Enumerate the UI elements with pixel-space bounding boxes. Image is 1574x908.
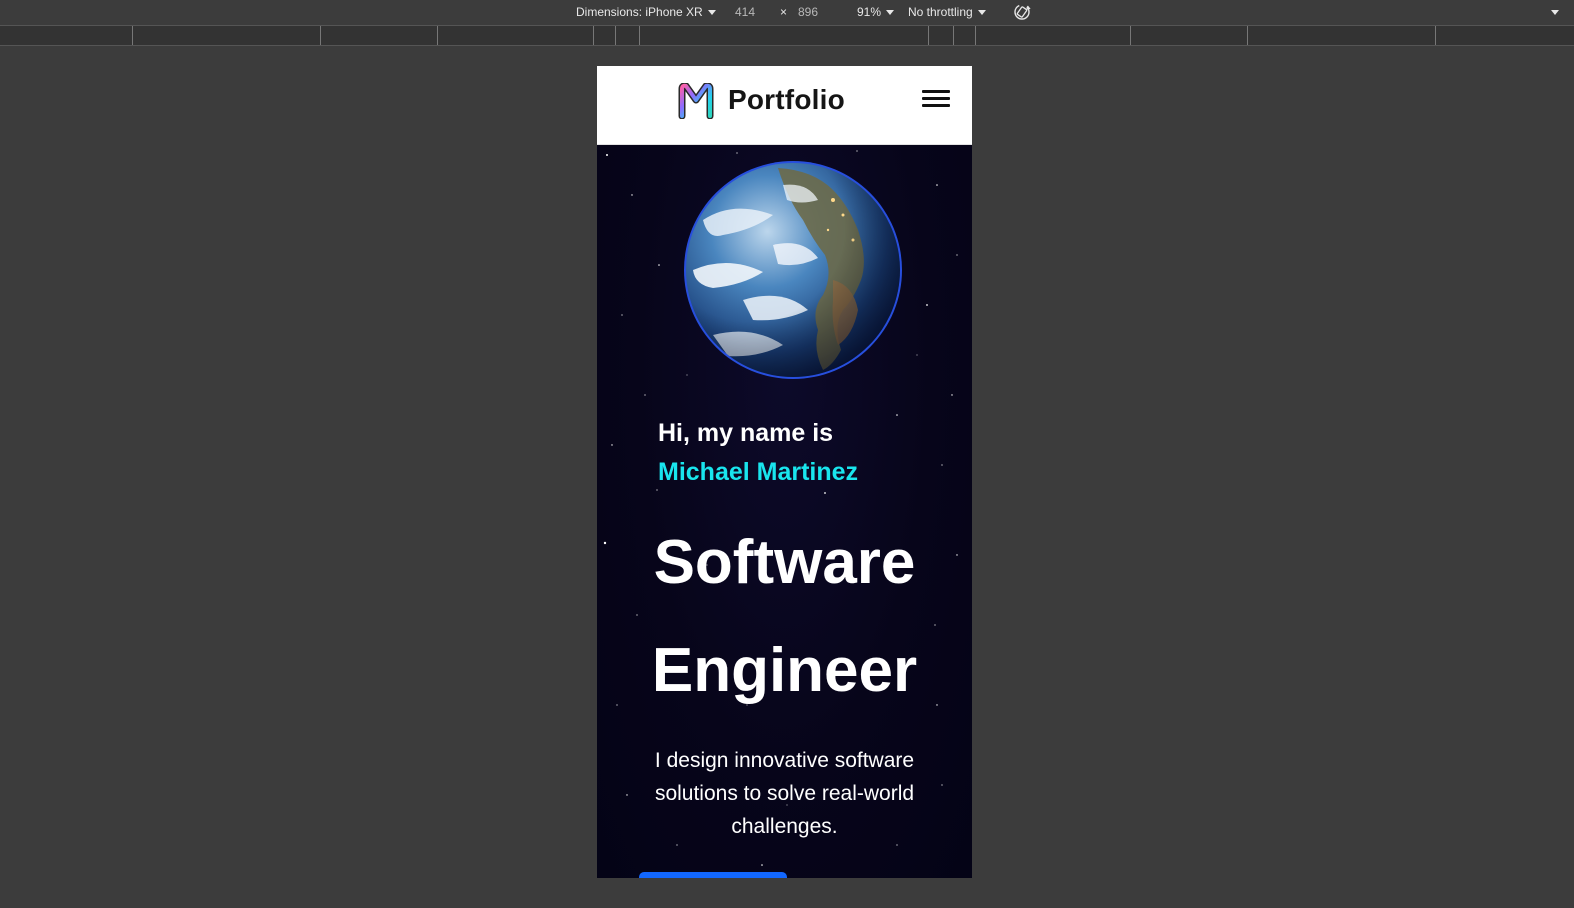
media-query-marker[interactable] <box>437 26 438 45</box>
greeting-text: Hi, my name is <box>658 419 834 447</box>
times-symbol: × <box>780 5 788 19</box>
width-input[interactable]: 414 <box>735 5 755 19</box>
role-line-1: Software <box>653 528 916 597</box>
cta-button[interactable] <box>639 872 787 878</box>
rotate-device-icon[interactable] <box>1013 3 1031 21</box>
hero-description: I design innovative software solutions t… <box>654 749 915 838</box>
hamburger-bar <box>922 90 950 93</box>
media-query-marker[interactable] <box>320 26 321 45</box>
m-logo-icon[interactable] <box>677 83 715 119</box>
throttling-dropdown[interactable]: No throttling <box>908 5 986 19</box>
chevron-down-icon <box>886 10 895 16</box>
devtools-device-toolbar: Dimensions: iPhone XR 414 × 896 91% No t… <box>0 0 1574 26</box>
media-query-marker[interactable] <box>975 26 976 45</box>
media-query-marker[interactable] <box>1130 26 1131 45</box>
media-query-marker[interactable] <box>1247 26 1248 45</box>
throttling-label: No throttling <box>908 5 973 19</box>
media-query-marker[interactable] <box>639 26 640 45</box>
dimensions-label: Dimensions: iPhone XR <box>576 5 703 19</box>
role-line-2: Engineer <box>651 636 918 705</box>
media-query-bar[interactable] <box>0 26 1574 46</box>
media-query-marker[interactable] <box>1435 26 1436 45</box>
person-name: Michael Martinez <box>658 458 859 486</box>
more-options-icon[interactable] <box>1551 10 1559 15</box>
media-query-marker[interactable] <box>593 26 594 45</box>
dimensions-dropdown[interactable]: Dimensions: iPhone XR <box>576 5 716 19</box>
hero-section: Hi, my name is Michael Martinez Software… <box>597 145 972 878</box>
height-input[interactable]: 896 <box>798 5 818 19</box>
media-query-marker[interactable] <box>132 26 133 45</box>
earth-globe-image <box>684 161 902 379</box>
zoom-label: 91% <box>857 5 882 19</box>
chevron-down-icon <box>707 10 716 16</box>
chevron-down-icon <box>977 10 986 16</box>
hamburger-menu-icon[interactable] <box>922 90 950 108</box>
media-query-marker[interactable] <box>928 26 929 45</box>
site-navbar: Portfolio <box>597 66 972 145</box>
brand-title[interactable]: Portfolio <box>728 84 845 116</box>
media-query-marker[interactable] <box>953 26 954 45</box>
hamburger-bar <box>922 104 950 107</box>
zoom-dropdown[interactable]: 91% <box>857 5 895 19</box>
hamburger-bar <box>922 97 950 100</box>
media-query-marker[interactable] <box>615 26 616 45</box>
device-viewport: Portfolio Hi, my name is Michael Martine… <box>597 66 972 878</box>
